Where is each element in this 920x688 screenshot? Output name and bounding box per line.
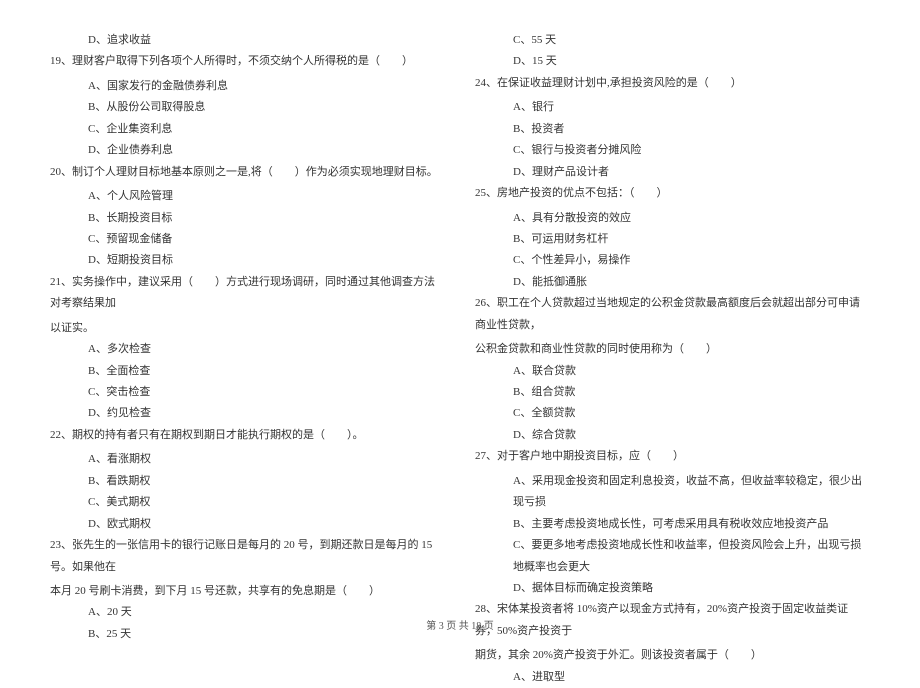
- option: D、追求收益: [50, 30, 445, 51]
- question-20: 20、制订个人理财目标地基本原则之一是,将（ ）作为必须实现地理财目标。: [50, 162, 445, 183]
- option: D、短期投资目标: [50, 250, 445, 271]
- question-27: 27、对于客户地中期投资目标，应（ ）: [475, 446, 870, 467]
- option: B、组合贷款: [475, 382, 870, 403]
- option: A、联合贷款: [475, 361, 870, 382]
- option: B、投资者: [475, 119, 870, 140]
- question-25: 25、房地产投资的优点不包括：（ ）: [475, 183, 870, 204]
- option: D、据体目标而确定投资策略: [475, 578, 870, 599]
- option: A、银行: [475, 97, 870, 118]
- left-column: D、追求收益 19、理财客户取得下列各项个人所得时，不须交纳个人所得税的是（ ）…: [50, 30, 445, 688]
- option: B、长期投资目标: [50, 208, 445, 229]
- option: D、欧式期权: [50, 514, 445, 535]
- option: A、多次检查: [50, 339, 445, 360]
- option: B、从股份公司取得股息: [50, 97, 445, 118]
- question-continuation: 以证实。: [50, 318, 445, 339]
- option: B、全面检查: [50, 361, 445, 382]
- option: D、能抵御通胀: [475, 272, 870, 293]
- option: A、个人风险管理: [50, 186, 445, 207]
- option: C、突击检查: [50, 382, 445, 403]
- question-continuation: 公积金贷款和商业性贷款的同时使用称为（ ）: [475, 339, 870, 360]
- option: C、企业集资利息: [50, 119, 445, 140]
- question-24: 24、在保证收益理财计划中,承担投资风险的是（ ）: [475, 73, 870, 94]
- option: A、具有分散投资的效应: [475, 208, 870, 229]
- option: A、国家发行的金融债券利息: [50, 76, 445, 97]
- option: D、企业债券利息: [50, 140, 445, 161]
- page-content: D、追求收益 19、理财客户取得下列各项个人所得时，不须交纳个人所得税的是（ ）…: [0, 0, 920, 688]
- option: B、可运用财务杠杆: [475, 229, 870, 250]
- option: C、全额贷款: [475, 403, 870, 424]
- question-continuation: 本月 20 号刷卡消费，到下月 15 号还款，共享有的免息期是（ ）: [50, 581, 445, 602]
- question-26: 26、职工在个人贷款超过当地规定的公积金贷款最高额度后会就超出部分可申请商业性贷…: [475, 293, 870, 336]
- option: B、主要考虑投资地成长性，可考虑采用具有税收效应地投资产品: [475, 514, 870, 535]
- page-footer: 第 3 页 共 18 页: [0, 617, 920, 632]
- option: D、约见检查: [50, 403, 445, 424]
- option: C、美式期权: [50, 492, 445, 513]
- option: B、看跌期权: [50, 471, 445, 492]
- option: A、采用现金投资和固定利息投资，收益不高，但收益率较稳定，很少出现亏损: [475, 471, 870, 514]
- right-column: C、55 天 D、15 天 24、在保证收益理财计划中,承担投资风险的是（ ） …: [475, 30, 870, 688]
- option: D、理财产品设计者: [475, 162, 870, 183]
- question-23: 23、张先生的一张信用卡的银行记账日是每月的 20 号，到期还款日是每月的 15…: [50, 535, 445, 578]
- question-22: 22、期权的持有者只有在期权到期日才能执行期权的是（ ）。: [50, 425, 445, 446]
- option: C、要更多地考虑投资地成长性和收益率，但投资风险会上升，出现亏损地概率也会更大: [475, 535, 870, 578]
- question-21: 21、实务操作中，建议采用（ ）方式进行现场调研，同时通过其他调查方法对考察结果…: [50, 272, 445, 315]
- question-continuation: 期货，其余 20%资产投资于外汇。则该投资者属于（ ）: [475, 645, 870, 666]
- option: C、个性差异小，易操作: [475, 250, 870, 271]
- option: A、看涨期权: [50, 449, 445, 470]
- option: C、预留现金储备: [50, 229, 445, 250]
- question-19: 19、理财客户取得下列各项个人所得时，不须交纳个人所得税的是（ ）: [50, 51, 445, 72]
- option: D、15 天: [475, 51, 870, 72]
- option: A、进取型: [475, 667, 870, 688]
- option: C、55 天: [475, 30, 870, 51]
- option: C、银行与投资者分摊风险: [475, 140, 870, 161]
- option: D、综合贷款: [475, 425, 870, 446]
